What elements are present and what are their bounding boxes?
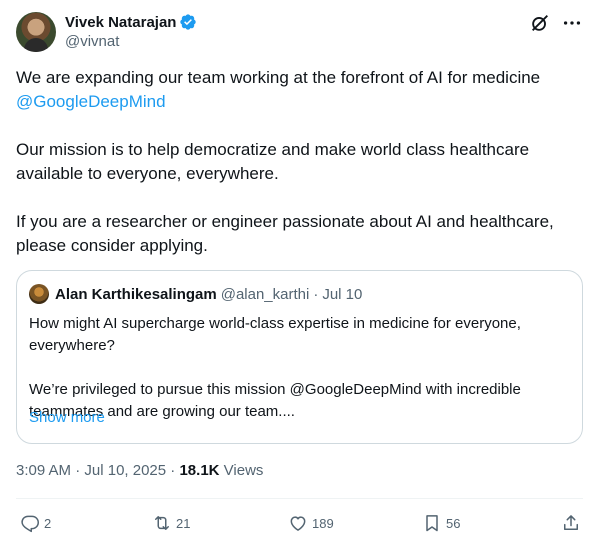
grok-icon[interactable]	[529, 12, 551, 34]
reply-button[interactable]: 2	[20, 508, 51, 538]
tweet-time[interactable]: 3:09 AM	[16, 462, 71, 479]
quoted-separator: ·	[313, 285, 319, 303]
like-icon	[290, 516, 306, 531]
tweet-meta: 3:09 AM · Jul 10, 2025 · 18.1K Views	[16, 462, 263, 479]
action-bar: 2 21 189 56	[16, 508, 583, 538]
mention-link[interactable]: @GoogleDeepMind	[16, 92, 166, 111]
quoted-author-avatar	[29, 284, 49, 304]
meta-dot-1: ·	[75, 462, 81, 479]
views-count: 18.1K	[179, 462, 220, 479]
quoted-author-handle: @alan_karthi	[220, 285, 310, 303]
reply-icon	[21, 515, 39, 533]
meta-dot-2: ·	[170, 462, 176, 479]
quoted-paragraph-2: We’re privileged to pursue this mission …	[29, 381, 521, 420]
quoted-tweet-header: Alan Karthikesalingam @alan_karthi · Jul…	[29, 283, 362, 305]
author-name[interactable]: Vivek Natarajan	[65, 14, 176, 31]
tweet-line-1: We are expanding our team working at the…	[16, 68, 541, 87]
tweet-date[interactable]: Jul 10, 2025	[84, 462, 166, 479]
repost-count: 21	[176, 515, 191, 531]
quoted-tweet-text: How might AI supercharge world-class exp…	[29, 313, 569, 423]
author-avatar[interactable]	[16, 12, 56, 52]
repost-icon	[155, 516, 169, 530]
author-handle[interactable]: @vivnat	[65, 33, 197, 50]
share-icon	[564, 515, 578, 530]
quoted-author-name: Alan Karthikesalingam	[55, 285, 217, 303]
tweet-paragraph-3: If you are a researcher or engineer pass…	[16, 212, 554, 255]
quoted-date: Jul 10	[322, 285, 363, 303]
quoted-paragraph-1: How might AI supercharge world-class exp…	[29, 315, 521, 354]
reply-count: 2	[44, 515, 52, 531]
tweet-paragraph-2: Our mission is to help democratize and m…	[16, 140, 530, 183]
share-button[interactable]	[561, 508, 581, 538]
repost-button[interactable]: 21	[152, 508, 190, 538]
show-more-link[interactable]: Show more	[29, 409, 105, 426]
author-info: Vivek Natarajan @vivnat	[65, 12, 197, 50]
views-label: Views	[223, 462, 264, 479]
more-icon[interactable]	[561, 12, 583, 34]
bookmark-count: 56	[446, 515, 461, 531]
author-name-row: Vivek Natarajan	[65, 12, 197, 32]
quoted-tweet[interactable]: Alan Karthikesalingam @alan_karthi · Jul…	[16, 270, 583, 444]
like-count: 189	[312, 515, 334, 531]
bookmark-icon	[426, 515, 438, 532]
divider	[16, 498, 583, 499]
like-button[interactable]: 189	[288, 508, 334, 538]
tweet-header: Vivek Natarajan @vivnat	[16, 12, 583, 54]
verified-badge-icon	[180, 14, 197, 30]
tweet-text: We are expanding our team working at the…	[16, 66, 584, 258]
bookmark-button[interactable]: 56	[422, 508, 460, 538]
